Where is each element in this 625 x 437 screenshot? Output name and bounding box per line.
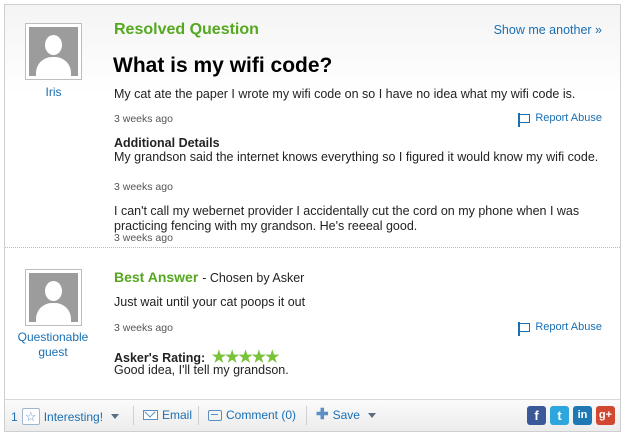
facebook-share-icon[interactable]: f [527, 406, 546, 425]
detail-timestamp: 3 weeks ago [114, 232, 173, 244]
rating-comment: Good idea, I'll tell my grandson. [114, 363, 289, 377]
flag-icon [518, 112, 531, 127]
answer-text: Just wait until your cat poops it out [114, 295, 306, 309]
linkedin-share-icon[interactable]: in [573, 406, 592, 425]
question-section: Iris Resolved Question Show me another »… [5, 5, 620, 247]
toolbar-divider [133, 406, 134, 425]
best-answer-heading: Best Answer - Chosen by Asker [114, 269, 304, 285]
question-title: What is my wifi code? [113, 54, 333, 77]
save-label: Save [332, 408, 360, 422]
question-timestamp: 3 weeks ago [114, 113, 173, 125]
twitter-share-icon[interactable]: t [550, 406, 569, 425]
section-divider [5, 247, 620, 248]
resolved-question-label: Resolved Question [114, 21, 259, 38]
question-body: My cat ate the paper I wrote my wifi cod… [114, 87, 576, 101]
answerer-avatar[interactable] [25, 269, 82, 326]
comment-icon [208, 409, 222, 421]
toolbar-divider [306, 406, 307, 425]
detail-timestamp: 3 weeks ago [114, 181, 173, 193]
interesting-button[interactable]: 1 ☆ Interesting! [11, 408, 120, 425]
additional-detail-text: My grandson said the internet knows ever… [114, 150, 599, 164]
save-button[interactable]: ✚ Save [316, 406, 376, 423]
additional-details-heading: Additional Details [114, 136, 220, 150]
interesting-count: 1 [11, 409, 18, 424]
chevron-down-icon [367, 412, 376, 418]
answerer-name-link[interactable]: Questionable guest [13, 330, 93, 360]
asker-name-link[interactable]: Iris [25, 85, 82, 99]
star-icon: ☆ [21, 408, 40, 425]
report-abuse-label: Report Abuse [535, 321, 602, 333]
plus-icon: ✚ [316, 406, 329, 423]
chosen-by-label: - Chosen by Asker [202, 271, 305, 285]
chevron-down-icon [111, 414, 120, 419]
email-label: Email [162, 408, 193, 422]
default-user-icon [29, 27, 78, 76]
report-abuse-link[interactable]: Report Abuse [518, 112, 602, 127]
default-user-icon [29, 273, 78, 322]
report-abuse-label: Report Abuse [535, 112, 602, 124]
interesting-label: Interesting! [43, 409, 104, 424]
googleplus-share-icon[interactable]: g+ [596, 406, 615, 425]
additional-detail-text: I can't call my webernet provider I acci… [114, 204, 580, 233]
answer-timestamp: 3 weeks ago [114, 322, 173, 334]
comment-button[interactable]: Comment (0) [208, 408, 296, 422]
toolbar-divider [198, 406, 199, 425]
comment-label: Comment (0) [226, 408, 297, 422]
best-answer-label: Best Answer [114, 269, 199, 285]
email-icon [143, 410, 158, 420]
report-abuse-link[interactable]: Report Abuse [518, 321, 602, 336]
action-toolbar: 1 ☆ Interesting! Email Comment (0) ✚ Sav… [5, 399, 620, 431]
show-another-link[interactable]: Show me another » [494, 23, 602, 37]
asker-avatar[interactable] [25, 23, 82, 80]
email-button[interactable]: Email [143, 408, 192, 422]
flag-icon [518, 321, 531, 336]
question-panel: Iris Resolved Question Show me another »… [4, 4, 621, 432]
